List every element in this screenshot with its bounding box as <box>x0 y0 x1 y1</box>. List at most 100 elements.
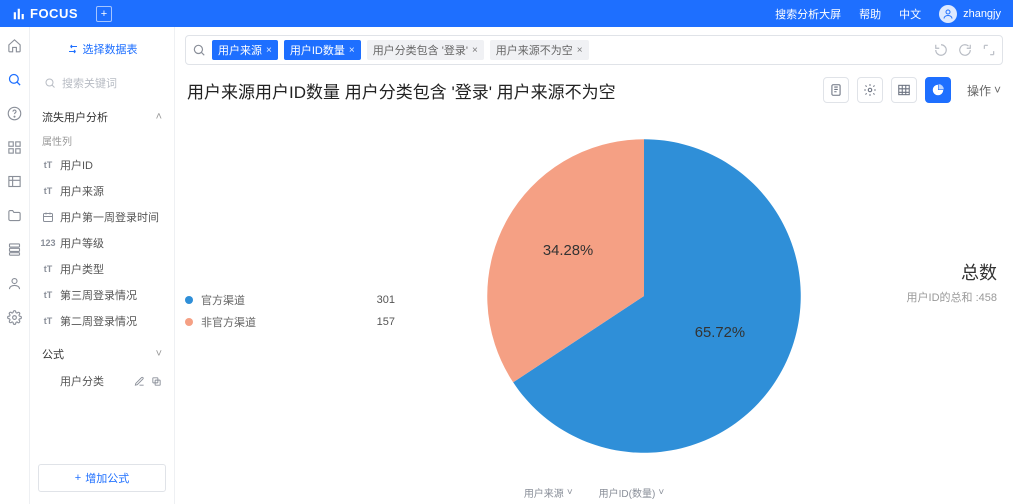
rail-user-icon[interactable] <box>7 275 23 291</box>
sidebar-search-placeholder: 搜索关键词 <box>62 75 117 91</box>
rail-dataset-icon[interactable] <box>7 241 23 257</box>
tag-label: 用户来源 <box>218 42 262 58</box>
rail-folder-icon[interactable] <box>7 207 23 223</box>
text-type-icon: tT <box>42 263 54 275</box>
undo-icon[interactable] <box>934 43 948 57</box>
attr-item[interactable]: tT用户ID <box>38 152 166 178</box>
app-name: FOCUS <box>30 6 78 21</box>
title-bar: 用户来源用户ID数量 用户分类包含 '登录' 用户来源不为空 操作˅ <box>185 65 1003 109</box>
tag-remove-icon[interactable]: × <box>472 45 478 56</box>
rail-dashboard-icon[interactable] <box>7 139 23 155</box>
dataset-group-label: 流失用户分析 <box>42 109 108 125</box>
attr-item[interactable]: tT 用户类型 <box>38 256 166 282</box>
attr-label: 用户类型 <box>60 261 104 277</box>
tag-remove-icon[interactable]: × <box>266 45 272 56</box>
text-type-icon: tT <box>42 289 54 301</box>
pie-slice-label: 34.28% <box>543 243 593 259</box>
text-type-icon: tT <box>42 315 54 327</box>
number-type-icon: 123 <box>42 237 54 249</box>
attr-section-label: 属性列 <box>38 131 166 152</box>
config-button[interactable] <box>857 77 883 103</box>
legend-value: 157 <box>377 316 395 328</box>
chart-view-button[interactable] <box>925 77 951 103</box>
pie-chart[interactable]: 65.72% 34.28% <box>479 131 809 461</box>
chevron-down-icon: ˅ <box>156 348 162 360</box>
legend-label: 官方渠道 <box>201 292 245 308</box>
pie-slice-label: 65.72% <box>695 325 745 341</box>
search-icon <box>44 77 56 89</box>
attr-label: 用户等级 <box>60 235 104 251</box>
attr-item[interactable]: tT 用户来源 <box>38 178 166 204</box>
text-type-icon: tT <box>42 185 54 197</box>
attr-label: 第三周登录情况 <box>60 287 137 303</box>
summary-panel: 总数 用户ID的总和 :458 <box>893 109 1003 483</box>
switch-icon <box>67 43 79 55</box>
edit-icon[interactable] <box>134 376 145 387</box>
rail-help-icon[interactable] <box>7 105 23 121</box>
refresh-icon[interactable] <box>958 43 972 57</box>
rail-search-icon[interactable] <box>7 71 23 87</box>
app-logo[interactable]: FOCUS <box>12 6 78 21</box>
attr-label: 用户第一周登录时间 <box>60 209 159 225</box>
query-tagbar[interactable]: 用户来源 × 用户ID数量 × 用户分类包含 '登录' × 用户来源不为空 × <box>185 35 1003 65</box>
query-tag[interactable]: 用户来源不为空 × <box>490 40 589 60</box>
chart-legend: 官方渠道 301 非官方渠道 157 <box>185 109 395 483</box>
user-icon <box>942 8 954 20</box>
tag-label: 用户分类包含 '登录' <box>373 42 468 58</box>
copy-icon[interactable] <box>151 376 162 387</box>
operations-dropdown[interactable]: 操作˅ <box>967 82 1001 99</box>
attr-item[interactable]: 用户第一周登录时间 <box>38 204 166 230</box>
chart-area: 官方渠道 301 非官方渠道 157 65.72% 34.28% 总数 用户ID的… <box>185 109 1003 483</box>
tag-label: 用户来源不为空 <box>496 42 573 58</box>
legend-value: 301 <box>377 294 395 306</box>
legend-swatch <box>185 296 193 304</box>
topbar-link-lang[interactable]: 中文 <box>899 6 921 22</box>
rail-settings-icon[interactable] <box>7 309 23 325</box>
formula-section-header[interactable]: 公式 ˅ <box>38 340 166 368</box>
query-tag[interactable]: 用户分类包含 '登录' × <box>367 40 484 60</box>
chevron-down-icon: ˅ <box>567 487 573 498</box>
formula-item[interactable]: 用户分类 <box>38 368 166 394</box>
summary-title: 总数 <box>961 259 997 285</box>
legend-item[interactable]: 非官方渠道 157 <box>185 311 395 333</box>
attr-item[interactable]: 123 用户等级 <box>38 230 166 256</box>
search-icon <box>192 43 206 57</box>
rail-table-icon[interactable] <box>7 173 23 189</box>
tag-label: 用户ID数量 <box>290 42 345 58</box>
sidebar-search[interactable]: 搜索关键词 <box>38 71 166 95</box>
query-tag[interactable]: 用户ID数量 × <box>284 40 361 60</box>
operations-label: 操作 <box>967 82 991 99</box>
select-dataset-label: 选择数据表 <box>83 41 138 57</box>
pin-button[interactable] <box>823 77 849 103</box>
new-button[interactable]: + <box>96 6 112 22</box>
topbar-link-dashboard[interactable]: 搜索分析大屏 <box>775 6 841 22</box>
sidebar: 选择数据表 搜索关键词 流失用户分析 ˄ 属性列 tT用户ID tT 用户来源 用… <box>30 27 175 504</box>
username[interactable]: zhangjy <box>963 8 1001 20</box>
chart-footer: 用户来源 ˅ 用户ID(数量) ˅ <box>185 483 1003 500</box>
table-view-button[interactable] <box>891 77 917 103</box>
attr-label: 用户来源 <box>60 183 104 199</box>
tag-remove-icon[interactable]: × <box>577 45 583 56</box>
footer-measure[interactable]: 用户ID(数量) ˅ <box>599 485 665 500</box>
chevron-down-icon: ˅ <box>994 83 1001 97</box>
attr-item[interactable]: tT 第三周登录情况 <box>38 282 166 308</box>
footer-measure-label: 用户ID(数量) <box>599 485 656 500</box>
legend-item[interactable]: 官方渠道 301 <box>185 289 395 311</box>
plus-icon: + <box>75 472 81 484</box>
query-tag[interactable]: 用户来源 × <box>212 40 278 60</box>
dataset-group-header[interactable]: 流失用户分析 ˄ <box>38 103 166 131</box>
tag-remove-icon[interactable]: × <box>349 45 355 56</box>
add-formula-button[interactable]: + 增加公式 <box>38 464 166 492</box>
topbar-link-help[interactable]: 帮助 <box>859 6 881 22</box>
select-dataset-button[interactable]: 选择数据表 <box>38 35 166 63</box>
footer-dimension[interactable]: 用户来源 ˅ <box>524 485 573 500</box>
page-title: 用户来源用户ID数量 用户分类包含 '登录' 用户来源不为空 <box>187 78 616 103</box>
nav-rail <box>0 27 30 504</box>
topbar: FOCUS + 搜索分析大屏 帮助 中文 zhangjy <box>0 0 1013 27</box>
text-type-icon: tT <box>42 159 54 171</box>
expand-icon[interactable] <box>982 43 996 57</box>
avatar[interactable] <box>939 5 957 23</box>
attr-item[interactable]: tT 第二周登录情况 <box>38 308 166 334</box>
rail-home-icon[interactable] <box>7 37 23 53</box>
attr-label: 第二周登录情况 <box>60 313 137 329</box>
